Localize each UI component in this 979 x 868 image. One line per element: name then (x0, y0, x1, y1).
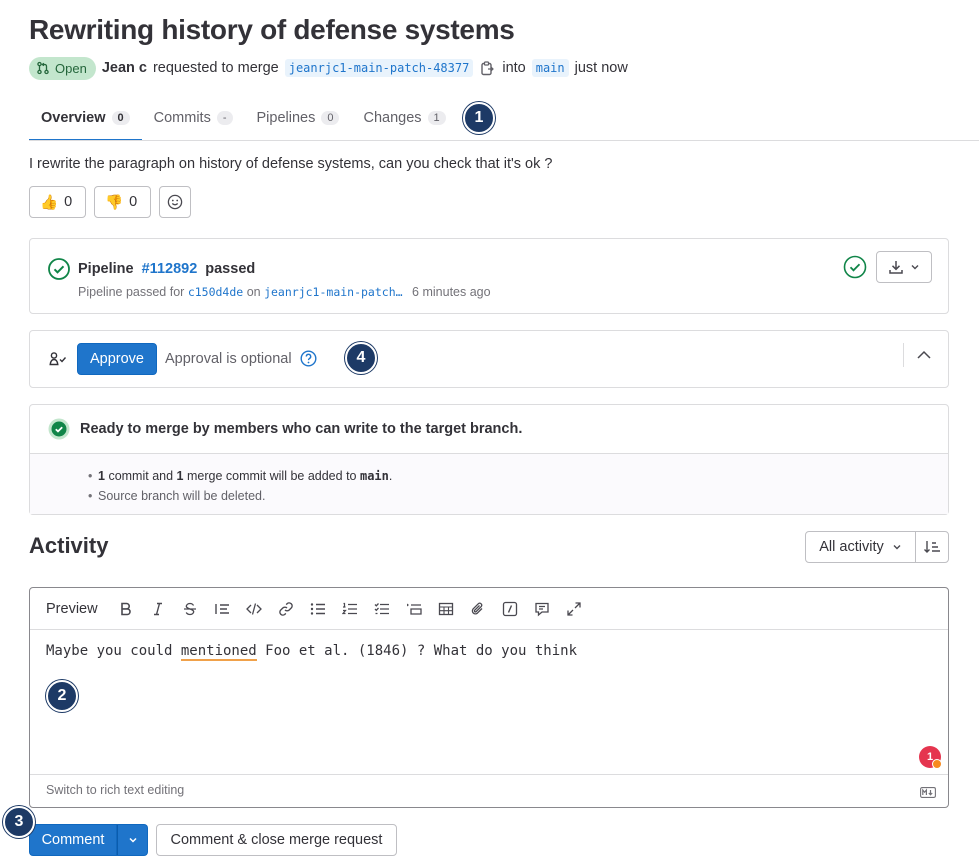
list-item: Source branch will be deleted. (88, 486, 392, 506)
status-badge: Open (29, 56, 96, 80)
download-artifacts-button[interactable] (876, 251, 932, 283)
comment-button[interactable]: Comment (29, 824, 117, 856)
smiley-icon (167, 194, 183, 210)
tab-overview[interactable]: Overview 0 (29, 97, 142, 141)
misspelled-word: mentioned (180, 643, 257, 661)
pipeline-branch-link[interactable]: jeanrjc1-main-patch… (264, 285, 402, 299)
italic-icon[interactable] (142, 593, 174, 625)
sort-button[interactable] (915, 531, 949, 563)
comment-and-close-button[interactable]: Comment & close merge request (156, 824, 397, 856)
tab-count: 0 (111, 111, 130, 125)
list-item: 1 commit and 1 merge commit will be adde… (88, 466, 392, 486)
merge-divider (30, 453, 948, 454)
code-icon[interactable] (238, 593, 270, 625)
add-reaction-button[interactable] (159, 186, 191, 218)
pipeline-subtext: Pipeline passed for c150d4de on jeanrjc1… (78, 285, 491, 299)
comment-options-dropdown[interactable] (117, 824, 148, 856)
tab-changes[interactable]: Changes 1 (351, 97, 457, 139)
merge-info-list: 1 commit and 1 merge commit will be adde… (88, 466, 392, 506)
tabs-divider (29, 140, 979, 141)
pipeline-title: Pipeline #112892 passed (48, 258, 255, 280)
table-icon[interactable] (430, 593, 462, 625)
chevron-down-icon (128, 837, 137, 843)
approval-status: Approval is optional (165, 350, 317, 367)
link-icon[interactable] (270, 593, 302, 625)
strikethrough-icon[interactable] (174, 593, 206, 625)
bulleted-list-icon[interactable] (302, 593, 334, 625)
step-marker-1: 1 (463, 102, 495, 134)
tab-commits[interactable]: Commits - (142, 97, 245, 139)
chevron-down-icon (893, 545, 901, 550)
thumbs-up-button[interactable]: 👍 0 (29, 186, 86, 218)
approve-button[interactable]: Approve (77, 343, 157, 375)
comment-textarea[interactable]: Maybe you could mentioned Foo et al. (18… (46, 643, 577, 661)
tab-count: 1 (427, 111, 446, 125)
merge-request-meta: Open Jean c requested to merge jeanrjc1-… (29, 56, 628, 80)
activity-heading: Activity (29, 533, 109, 558)
preview-tab[interactable]: Preview (46, 601, 98, 617)
author-link[interactable]: Jean c (102, 60, 147, 76)
merge-status-title: Ready to merge by members who can write … (48, 418, 522, 440)
fullscreen-icon[interactable] (558, 593, 590, 625)
collapsible-section-icon[interactable] (398, 593, 430, 625)
pipeline-link[interactable]: #112892 (142, 261, 198, 277)
chevron-up-icon[interactable] (915, 347, 933, 366)
switch-rich-text-link[interactable]: Switch to rich text editing (46, 783, 184, 797)
download-icon (889, 261, 903, 274)
grammar-notification-badge[interactable]: 1 (919, 746, 942, 769)
comment-icon[interactable] (526, 593, 558, 625)
slash-commands-icon[interactable] (494, 593, 526, 625)
thumbs-up-icon: 👍 (40, 194, 59, 211)
approval-user-icon (49, 351, 67, 370)
step-marker-2: 2 (46, 680, 78, 712)
chevron-down-icon (911, 265, 919, 270)
approval-divider (903, 343, 904, 367)
editor-toolbar: Preview (30, 588, 948, 630)
status-success-icon[interactable] (48, 258, 70, 280)
commit-link[interactable]: c150d4de (188, 285, 243, 299)
tab-count: 0 (321, 111, 340, 125)
quote-icon[interactable] (206, 593, 238, 625)
numbered-list-icon[interactable] (334, 593, 366, 625)
sort-lowest-icon (924, 541, 940, 553)
bold-icon[interactable] (110, 593, 142, 625)
markdown-icon (920, 785, 936, 801)
step-marker-4: 4 (345, 342, 377, 374)
pipeline-stage-success-icon[interactable] (843, 255, 867, 282)
task-list-icon[interactable] (366, 593, 398, 625)
thumbs-down-button[interactable]: 👎 0 (94, 186, 151, 218)
status-success-filled-icon (48, 418, 70, 440)
tab-pipelines[interactable]: Pipelines 0 (245, 97, 352, 139)
merge-request-description: I rewrite the paragraph on history of de… (29, 156, 553, 172)
tab-count: - (216, 111, 233, 125)
tab-bar: Overview 0 Commits - Pipelines 0 Changes… (29, 97, 458, 141)
step-marker-3: 3 (3, 806, 35, 838)
activity-filter-dropdown[interactable]: All activity (805, 531, 916, 563)
copy-icon[interactable] (481, 60, 495, 76)
page-title: Rewriting history of defense systems (29, 14, 515, 45)
target-branch[interactable]: main (531, 59, 569, 77)
thumbs-down-icon: 👎 (105, 194, 124, 211)
source-branch[interactable]: jeanrjc1-main-patch-48377 (284, 59, 474, 77)
attach-file-icon[interactable] (462, 593, 494, 625)
question-icon[interactable] (300, 350, 317, 367)
merge-request-icon (37, 61, 49, 75)
